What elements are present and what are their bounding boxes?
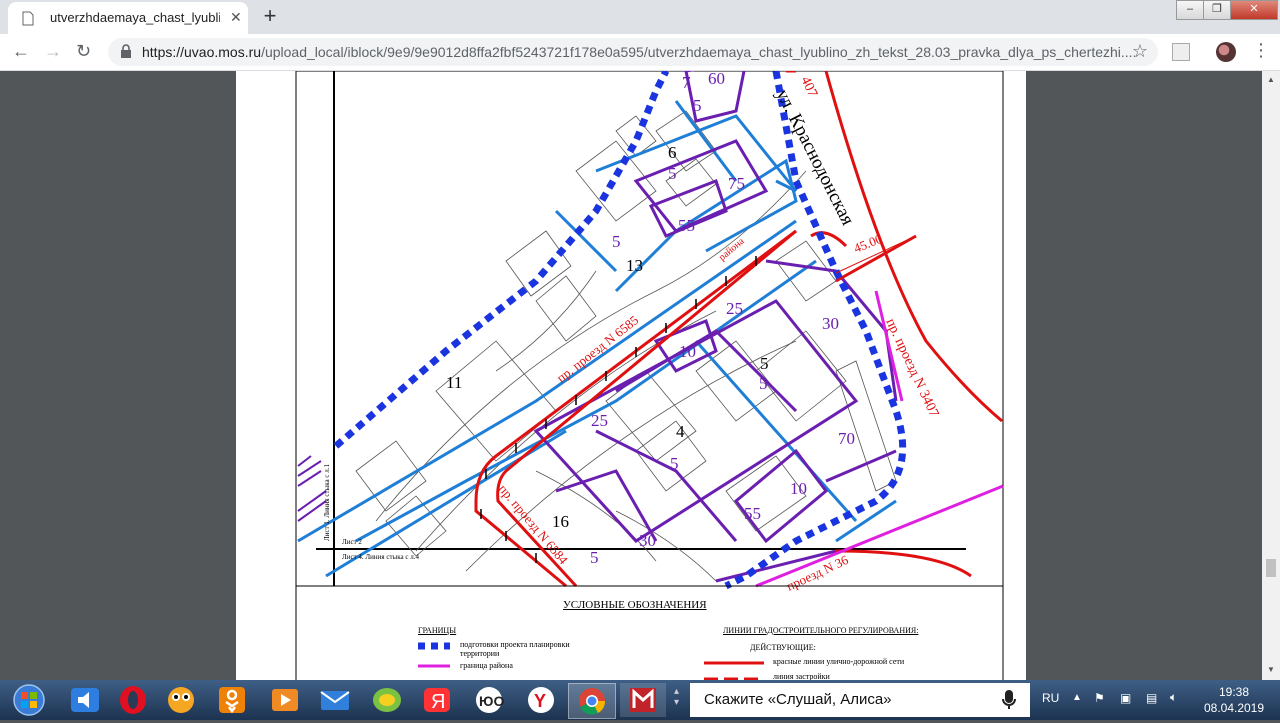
- taskbar-scroll-icon[interactable]: ▴ ▾: [674, 686, 684, 714]
- block-number: 25: [726, 299, 743, 318]
- url-text: https://uvao.mos.ru/upload_local/iblock/…: [142, 44, 1137, 60]
- profile-avatar[interactable]: [1216, 42, 1236, 62]
- block-number: 4: [676, 422, 685, 441]
- media-player-icon[interactable]: [262, 683, 308, 717]
- block-number: 70: [838, 429, 855, 448]
- block-number: 5: [668, 164, 677, 183]
- svg-text:ЮО: ЮО: [479, 693, 504, 709]
- block-number: 75: [728, 174, 745, 193]
- block-number: 60: [708, 71, 725, 88]
- yandex-browser-icon[interactable]: Я: [414, 683, 460, 717]
- block-number: 13: [626, 256, 643, 275]
- legend-line-1: красные линии улично-дорожной сети: [773, 657, 905, 666]
- reload-icon[interactable]: ↻: [76, 41, 91, 62]
- lock-icon: [120, 44, 132, 64]
- block-number: 55: [678, 216, 695, 235]
- distance-label: 45.00: [852, 231, 885, 256]
- svg-text:Y: Y: [534, 691, 546, 711]
- language-indicator[interactable]: RU: [1042, 691, 1059, 705]
- network-icon[interactable]: ▤: [1146, 691, 1157, 705]
- clipboard-icon[interactable]: ▣: [1120, 691, 1131, 705]
- bookmark-star-icon[interactable]: ☆: [1132, 41, 1148, 62]
- tab-strip: utverzhdaemaya_chast_lyublino_ ✕ + – ❐ ✕: [0, 0, 1280, 34]
- alice-search-box[interactable]: Скажите «Слушай, Алиса»: [690, 683, 1030, 717]
- maximize-button[interactable]: ❐: [1203, 0, 1231, 20]
- block-number: 5: [760, 354, 769, 373]
- chrome-icon[interactable]: [568, 683, 616, 719]
- block-number: 5: [670, 454, 679, 473]
- legend-bound-2: граница района: [460, 661, 513, 670]
- block-number: 5: [759, 374, 768, 393]
- scroll-down-icon[interactable]: ▼: [1267, 665, 1275, 674]
- tray-expand-icon[interactable]: ▲: [1072, 692, 1082, 703]
- block-number: 11: [446, 373, 462, 392]
- pdf-reader-icon[interactable]: [620, 683, 666, 717]
- alice-prompt: Скажите «Слушай, Алиса»: [704, 691, 892, 708]
- block-number: 5: [693, 96, 702, 115]
- tab-active[interactable]: utverzhdaemaya_chast_lyublino_ ✕: [8, 2, 248, 34]
- pdf-viewer: 45.00 ул. Краснодонская пр. проезд N 340…: [0, 71, 1262, 681]
- planning-map: 45.00 ул. Краснодонская пр. проезд N 340…: [295, 71, 1004, 680]
- sheet-label-1: Лист 1. Линия стыка с л.1: [323, 464, 331, 541]
- forward-icon[interactable]: →: [44, 41, 62, 62]
- mail-icon[interactable]: [312, 683, 358, 717]
- taskbar: Я ЮО Y ▴ ▾ Скажите «Слушай, Алиса» RU ▲ ⚑…: [0, 680, 1280, 720]
- yumoney-icon[interactable]: ЮО: [466, 683, 512, 717]
- block-number: 5: [590, 548, 599, 567]
- opera-icon[interactable]: [110, 683, 156, 717]
- yandex-icon[interactable]: Y: [518, 683, 564, 717]
- block-number: 55: [744, 504, 761, 523]
- scrollbar-thumb[interactable]: [1266, 559, 1276, 577]
- tab-title: utverzhdaemaya_chast_lyublino_: [50, 10, 220, 25]
- volume-app-icon[interactable]: [62, 683, 108, 717]
- extension-icon[interactable]: [1172, 43, 1190, 61]
- svg-text:Я: Я: [431, 691, 445, 713]
- new-tab-button[interactable]: +: [256, 4, 284, 30]
- block-number: 30: [639, 531, 656, 550]
- system-tray: RU ▲ ⚑ ▣ ▤ 🔈︎ 19:38 08.04.2019: [1036, 680, 1280, 720]
- legend-lines-heading: ЛИНИИ ГРАДОСТРОИТЕЛЬНОГО РЕГУЛИРОВАНИЯ:: [723, 626, 919, 635]
- proezd-3407-top-label: 407: [797, 74, 819, 99]
- sheet-label-4: Лист 4. Линия стыка с л.4: [342, 553, 419, 561]
- minimize-button[interactable]: –: [1176, 0, 1204, 20]
- back-icon[interactable]: ←: [12, 41, 30, 62]
- block-number: 7: [682, 73, 691, 92]
- document-icon: [22, 11, 34, 31]
- proezd-bottom-label: проезд N 36: [784, 552, 851, 594]
- block-number: 30: [822, 314, 839, 333]
- odnoklassniki-icon[interactable]: [210, 683, 256, 717]
- block-number: 16: [552, 512, 569, 531]
- vertical-scrollbar[interactable]: ▲ ▼: [1262, 71, 1280, 680]
- block-number: 5: [612, 232, 621, 251]
- close-window-button[interactable]: ✕: [1230, 0, 1278, 20]
- microphone-icon[interactable]: [1002, 690, 1016, 715]
- clock-date[interactable]: 08.04.2019: [1202, 701, 1266, 715]
- pdf-page: 45.00 ул. Краснодонская пр. проезд N 340…: [236, 71, 1026, 681]
- block-number: 25: [591, 411, 608, 430]
- block-number: 6: [668, 143, 677, 162]
- legend-title: УСЛОВНЫЕ ОБОЗНАЧЕНИЯ: [563, 599, 707, 611]
- legend-bounds-heading: ГРАНИЦЫ: [418, 626, 457, 635]
- start-button[interactable]: [4, 683, 54, 717]
- legend-bound-1: подготовки проекта планировки территории: [460, 640, 570, 658]
- legend-active-heading: ДЕЙСТВУЮЩИЕ:: [750, 643, 816, 652]
- address-bar[interactable]: https://uvao.mos.ru/upload_local/iblock/…: [108, 38, 1158, 66]
- flag-icon[interactable]: ⚑: [1094, 691, 1105, 705]
- clock-time[interactable]: 19:38: [1206, 685, 1262, 699]
- block-number: 10: [679, 342, 696, 361]
- volume-icon[interactable]: 🔈︎: [1170, 690, 1177, 705]
- block-number: 10: [790, 479, 807, 498]
- owl-app-icon[interactable]: [158, 683, 204, 717]
- scroll-up-icon[interactable]: ▲: [1267, 75, 1275, 84]
- sheet-label-2: Лист 2: [342, 538, 362, 546]
- close-tab-icon[interactable]: ✕: [230, 9, 242, 26]
- menu-icon[interactable]: ⋮: [1252, 40, 1270, 61]
- chat-app-icon[interactable]: [364, 683, 410, 717]
- browser-toolbar: ← → ↻ https://uvao.mos.ru/upload_local/i…: [0, 34, 1280, 71]
